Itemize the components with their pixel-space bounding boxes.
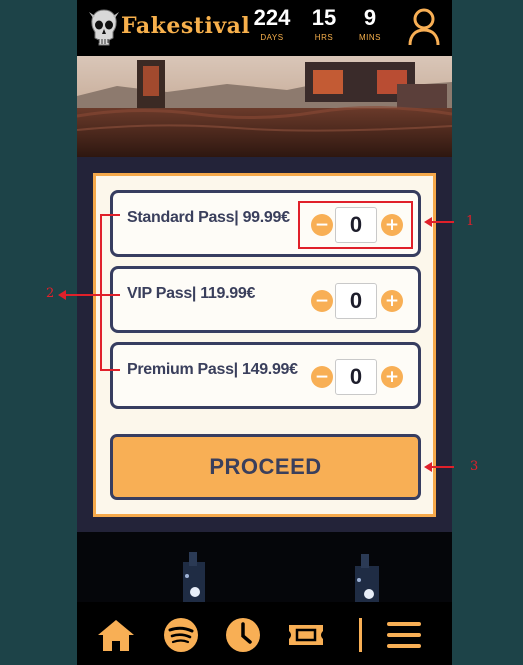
countdown-minutes-value: 9 (363, 5, 377, 30)
bottom-navigation (77, 602, 452, 665)
annotation-bracket-middle (62, 294, 120, 296)
annotation-highlight-box (298, 201, 413, 249)
countdown-days: 224 DAYS (251, 5, 293, 42)
increment-button-premium[interactable]: + (381, 366, 403, 388)
countdown-hours: 15 HRS (309, 5, 339, 42)
quantity-stepper-vip: − 0 + (307, 283, 407, 319)
pass-row-vip: VIP Pass| 119.99€ − 0 + (110, 266, 421, 333)
proceed-button[interactable]: PROCEED (110, 434, 421, 500)
countdown-days-value: 224 (253, 5, 291, 30)
annotation-number-1: 1 (466, 214, 475, 229)
decrement-button-vip[interactable]: − (311, 290, 333, 312)
annotation-number-3: 3 (470, 459, 479, 474)
annotation-bracket-bottom (100, 369, 120, 371)
concert-image-strip (77, 532, 452, 602)
countdown-minutes-label: MINS (359, 33, 381, 42)
nav-divider (359, 618, 362, 652)
countdown-minutes: 9 MINS (355, 5, 385, 42)
mobile-app-frame: Fakestival 224 DAYS 15 HRS 9 MINS Standa… (77, 0, 452, 665)
countdown-hours-value: 15 (311, 5, 337, 30)
increment-button-vip[interactable]: + (381, 290, 403, 312)
pass-label-standard: Standard Pass| 99.99€ (127, 209, 290, 226)
pass-label-premium: Premium Pass| 149.99€ (127, 361, 298, 378)
ticket-icon[interactable] (286, 617, 326, 653)
pass-row-premium: Premium Pass| 149.99€ − 0 + (110, 342, 421, 409)
quantity-stepper-premium: − 0 + (307, 359, 407, 395)
annotation-bracket-top (100, 214, 120, 216)
spotify-icon[interactable] (161, 617, 201, 653)
annotation-arrowhead-3 (424, 462, 432, 472)
brand-name[interactable]: Fakestival (121, 13, 250, 39)
quantity-input-vip[interactable]: 0 (335, 283, 377, 319)
quantity-input-premium[interactable]: 0 (335, 359, 377, 395)
annotation-arrowhead-2 (58, 290, 66, 300)
festival-hero-image (77, 56, 452, 157)
decrement-button-premium[interactable]: − (311, 366, 333, 388)
home-icon[interactable] (96, 617, 136, 653)
countdown-hours-label: HRS (314, 33, 334, 42)
annotation-bracket-vertical (100, 214, 102, 371)
menu-icon[interactable] (384, 617, 424, 653)
annotation-arrowhead-1 (424, 217, 432, 227)
top-header: Fakestival 224 DAYS 15 HRS 9 MINS (77, 0, 452, 56)
annotation-number-2: 2 (46, 286, 55, 301)
pass-label-vip: VIP Pass| 119.99€ (127, 285, 256, 302)
countdown-days-label: DAYS (260, 33, 284, 42)
skull-logo-icon (89, 9, 119, 46)
user-profile-icon[interactable] (407, 8, 441, 46)
clock-icon[interactable] (223, 617, 263, 653)
